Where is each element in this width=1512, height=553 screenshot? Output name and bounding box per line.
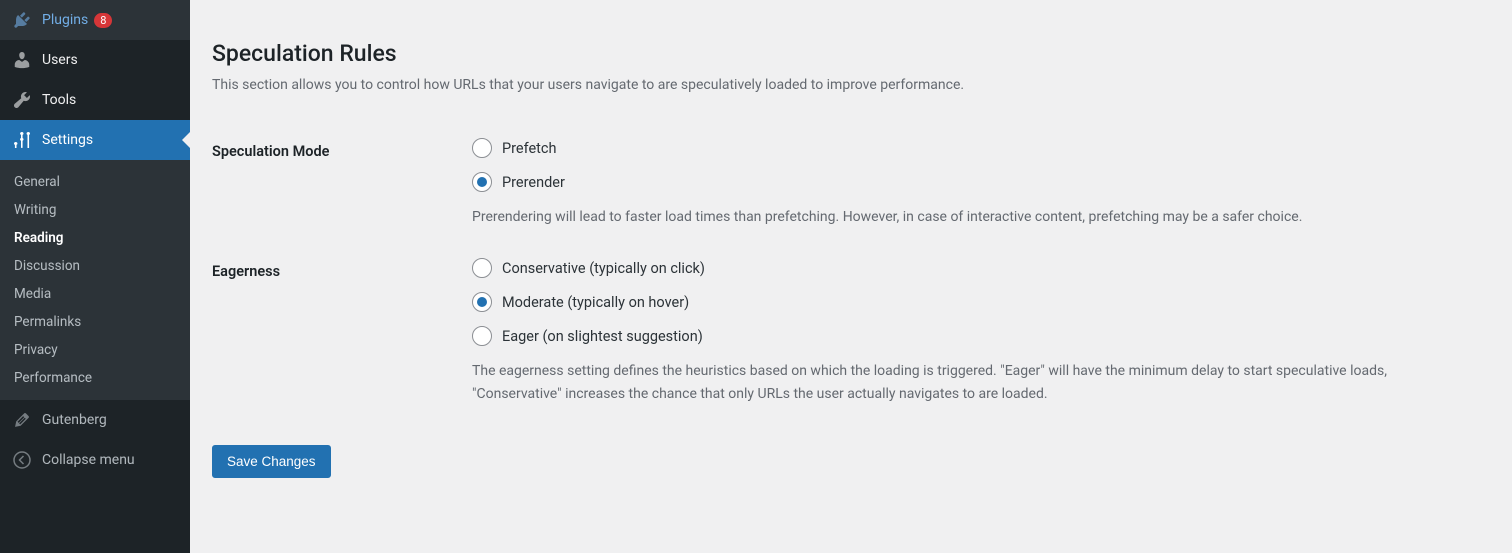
sidebar-item-label: Settings <box>42 132 93 148</box>
sidebar-item-label: Tools <box>42 92 76 108</box>
admin-sidebar: Plugins 8 Users Tools Settings General W… <box>0 0 190 553</box>
radio-input[interactable] <box>472 326 492 346</box>
sidebar-item-label: Collapse menu <box>42 452 135 468</box>
eagerness-help: The eagerness setting defines the heuris… <box>472 360 1452 405</box>
sidebar-collapse[interactable]: Collapse menu <box>0 440 190 480</box>
sidebar-item-label: Plugins <box>42 12 88 28</box>
radio-input[interactable] <box>472 258 492 278</box>
sliders-icon <box>12 130 32 150</box>
settings-form: Speculation Mode Prefetch Prerender Prer… <box>212 123 1490 420</box>
eagerness-label: Eagerness <box>212 243 462 420</box>
save-button[interactable]: Save Changes <box>212 445 331 478</box>
eagerness-option-moderate[interactable]: Moderate (typically on hover) <box>472 292 1480 312</box>
sidebar-item-label: Gutenberg <box>42 412 107 428</box>
radio-label: Prerender <box>502 174 565 191</box>
sidebar-item-tools[interactable]: Tools <box>0 80 190 120</box>
collapse-icon <box>12 450 32 470</box>
radio-label: Moderate (typically on hover) <box>502 294 689 311</box>
page-title: Speculation Rules <box>212 40 1490 67</box>
sidebar-item-label: Users <box>42 52 78 68</box>
radio-label: Prefetch <box>502 140 557 157</box>
submenu-item-media[interactable]: Media <box>0 280 190 308</box>
submenu-item-privacy[interactable]: Privacy <box>0 336 190 364</box>
sidebar-item-users[interactable]: Users <box>0 40 190 80</box>
plugin-icon <box>12 10 32 30</box>
eagerness-option-conservative[interactable]: Conservative (typically on click) <box>472 258 1480 278</box>
wrench-icon <box>12 90 32 110</box>
radio-input[interactable] <box>472 172 492 192</box>
page-description: This section allows you to control how U… <box>212 77 1490 93</box>
plugins-badge: 8 <box>94 13 112 28</box>
submenu-item-discussion[interactable]: Discussion <box>0 252 190 280</box>
mode-option-prefetch[interactable]: Prefetch <box>472 138 1480 158</box>
submenu-item-reading[interactable]: Reading <box>0 224 190 252</box>
pencil-icon <box>12 410 32 430</box>
radio-input[interactable] <box>472 292 492 312</box>
submenu-item-general[interactable]: General <box>0 168 190 196</box>
main-content: Speculation Rules This section allows yo… <box>190 0 1512 553</box>
user-icon <box>12 50 32 70</box>
mode-option-prerender[interactable]: Prerender <box>472 172 1480 192</box>
sidebar-item-gutenberg[interactable]: Gutenberg <box>0 400 190 440</box>
mode-help: Prerendering will lead to faster load ti… <box>472 206 1452 228</box>
sidebar-item-settings[interactable]: Settings <box>0 120 190 160</box>
submenu-item-performance[interactable]: Performance <box>0 364 190 392</box>
sidebar-footer: Gutenberg Collapse menu <box>0 400 190 480</box>
submenu-item-permalinks[interactable]: Permalinks <box>0 308 190 336</box>
radio-label: Eager (on slightest suggestion) <box>502 328 703 345</box>
submenu-item-writing[interactable]: Writing <box>0 196 190 224</box>
radio-input[interactable] <box>472 138 492 158</box>
sidebar-item-plugins[interactable]: Plugins 8 <box>0 0 190 40</box>
eagerness-option-eager[interactable]: Eager (on slightest suggestion) <box>472 326 1480 346</box>
mode-label: Speculation Mode <box>212 123 462 243</box>
settings-submenu: General Writing Reading Discussion Media… <box>0 160 190 400</box>
radio-label: Conservative (typically on click) <box>502 260 705 277</box>
